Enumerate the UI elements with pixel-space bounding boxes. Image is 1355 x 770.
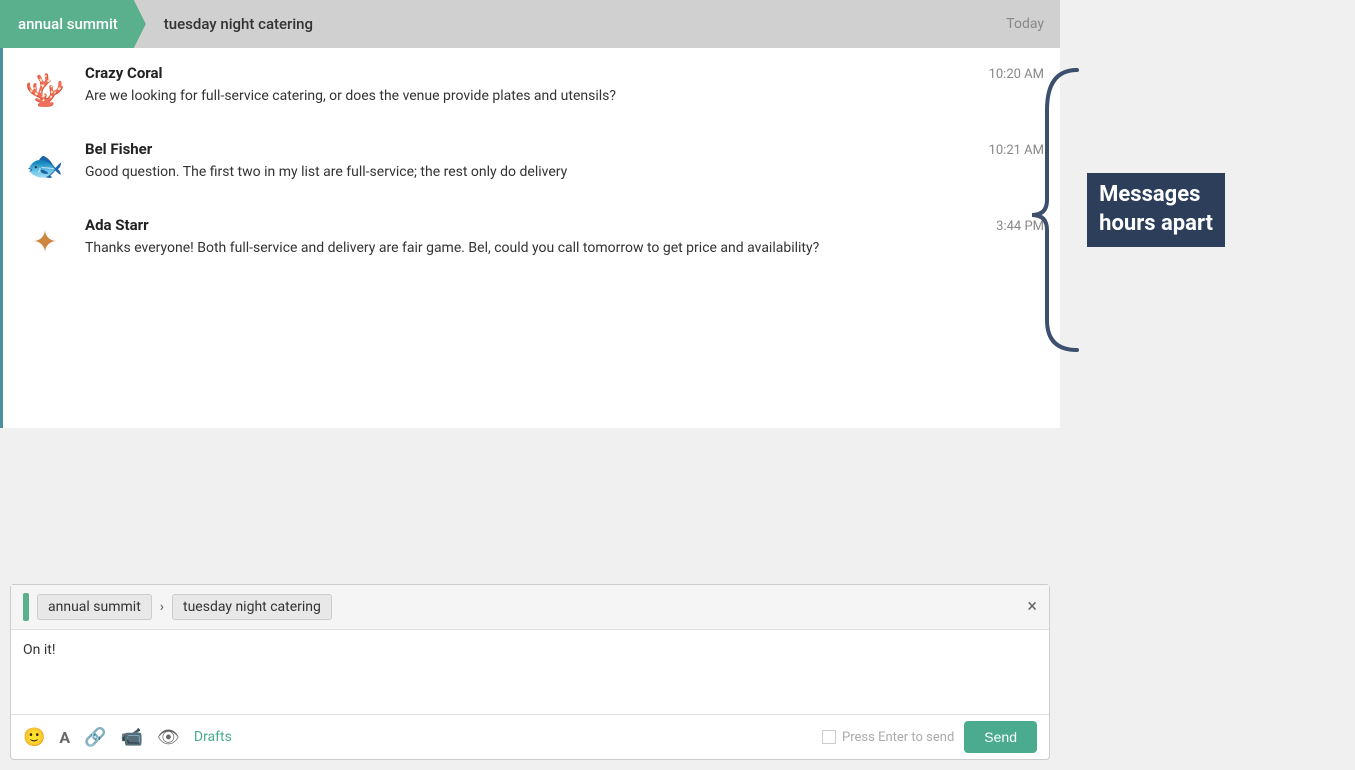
attachment-icon[interactable]: 🔗 [84, 727, 106, 748]
table-row: ✦ Ada Starr 3:44 PM Thanks everyone! Bot… [19, 216, 1044, 268]
send-button[interactable]: Send [964, 721, 1037, 753]
press-enter-text: Press Enter to send [842, 730, 954, 745]
chat-header: annual summit tuesday night catering Tod… [0, 0, 1060, 48]
message-header-3: Ada Starr 3:44 PM [85, 216, 1044, 234]
fish-icon: 🐟 [26, 149, 63, 184]
starfish-icon: ✦ [32, 225, 57, 260]
bracket-annotation: Messages hours apart [1027, 60, 1225, 360]
message-header-2: Bel Fisher 10:21 AM [85, 140, 1044, 158]
emoji-icon[interactable]: 🙂 [23, 727, 45, 748]
header-date: Today [1006, 16, 1060, 32]
sender-name-2: Bel Fisher [85, 140, 152, 158]
text-format-icon[interactable]: A [59, 728, 70, 747]
bracket-icon [1027, 60, 1087, 360]
compose-parent-label: annual summit [37, 594, 152, 620]
table-row: 🐟 Bel Fisher 10:21 AM Good question. The… [19, 140, 1044, 192]
press-enter-checkbox[interactable] [822, 730, 836, 744]
avatar-bel-fisher: 🐟 [19, 140, 71, 192]
compose-tag-icon [23, 593, 29, 621]
coral-icon: 🪸 [25, 71, 65, 109]
message-text-1: Are we looking for full-service catering… [85, 86, 1044, 107]
drafts-link[interactable]: Drafts [194, 729, 232, 745]
avatar-ada-starr: ✦ [19, 216, 71, 268]
sender-name-1: Crazy Coral [85, 64, 163, 82]
parent-channel-label: annual summit [18, 15, 118, 33]
annotation-label: Messages hours apart [1087, 173, 1225, 246]
avatar-crazy-coral: 🪸 [19, 64, 71, 116]
compose-container: annual summit › tuesday night catering ×… [10, 584, 1050, 760]
message-content-3: Ada Starr 3:44 PM Thanks everyone! Both … [85, 216, 1044, 259]
message-text-2: Good question. The first two in my list … [85, 162, 1044, 183]
chat-container: annual summit tuesday night catering Tod… [0, 0, 1060, 428]
compose-textarea[interactable]: On it! [11, 630, 1049, 710]
messages-area: 🪸 Crazy Coral 10:20 AM Are we looking fo… [0, 48, 1060, 428]
annotation-line1: Messages [1099, 181, 1213, 210]
message-header-1: Crazy Coral 10:20 AM [85, 64, 1044, 82]
press-enter-label: Press Enter to send [822, 730, 954, 745]
chevron-right-icon: › [160, 599, 164, 615]
table-row: 🪸 Crazy Coral 10:20 AM Are we looking fo… [19, 64, 1044, 116]
message-text-3: Thanks everyone! Both full-service and d… [85, 238, 1044, 259]
compose-header: annual summit › tuesday night catering × [11, 585, 1049, 630]
close-icon[interactable]: × [1027, 598, 1037, 616]
compose-toolbar: 🙂 A 🔗 📹 👁 Drafts Press Enter to send Sen… [11, 714, 1049, 759]
breadcrumb-child: tuesday night catering [146, 5, 331, 43]
video-icon[interactable]: 📹 [121, 727, 143, 748]
message-content-2: Bel Fisher 10:21 AM Good question. The f… [85, 140, 1044, 183]
message-content-1: Crazy Coral 10:20 AM Are we looking for … [85, 64, 1044, 107]
child-channel-label: tuesday night catering [164, 15, 313, 33]
breadcrumb-parent[interactable]: annual summit [0, 0, 146, 48]
compose-child-label: tuesday night catering [172, 594, 332, 620]
annotation-line2: hours apart [1099, 210, 1213, 239]
sender-name-3: Ada Starr [85, 216, 149, 234]
eye-icon[interactable]: 👁 [157, 727, 180, 748]
